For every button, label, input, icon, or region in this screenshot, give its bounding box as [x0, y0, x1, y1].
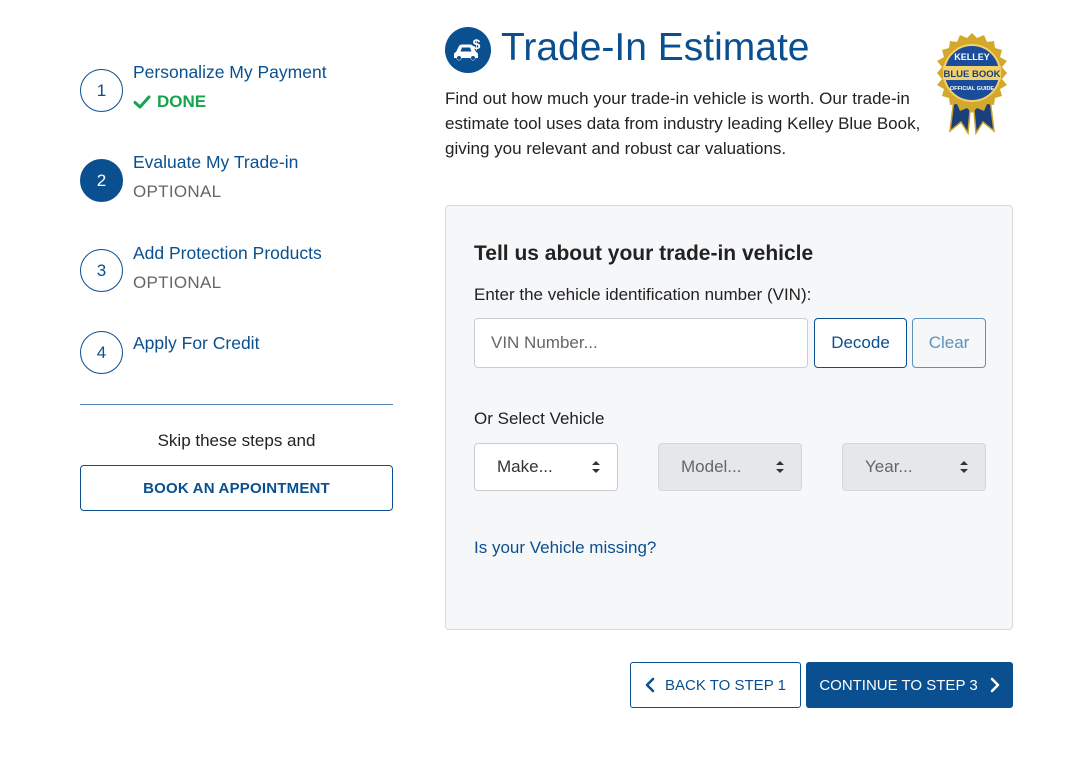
step-2[interactable]: 2 Evaluate My Trade-in OPTIONAL: [80, 152, 393, 212]
step-title[interactable]: Evaluate My Trade-in: [133, 152, 298, 173]
sort-updown-icon: [960, 461, 968, 473]
step-number-circle: 4: [80, 331, 123, 374]
next-button-label: CONTINUE TO STEP 3: [819, 676, 978, 694]
trade-in-card: Tell us about your trade-in vehicle Ente…: [445, 205, 1013, 630]
decode-button[interactable]: Decode: [814, 318, 907, 368]
back-button-label: BACK TO STEP 1: [665, 676, 786, 694]
step-status-label: OPTIONAL: [133, 182, 222, 201]
book-appointment-button[interactable]: BOOK AN APPOINTMENT: [80, 465, 393, 511]
chevron-right-icon: [990, 677, 999, 693]
model-select[interactable]: Model...: [658, 443, 802, 491]
back-to-step-1-button[interactable]: BACK TO STEP 1: [630, 662, 801, 708]
step-number-circle: 1: [80, 69, 123, 112]
step-title[interactable]: Personalize My Payment: [133, 62, 327, 83]
make-select-value: Make...: [497, 457, 553, 476]
page-title: Trade-In Estimate: [501, 26, 810, 69]
make-select[interactable]: Make...: [474, 443, 618, 491]
continue-to-step-3-button[interactable]: CONTINUE TO STEP 3: [806, 662, 1013, 708]
skip-steps-text: Skip these steps and: [157, 431, 316, 450]
year-select[interactable]: Year...: [842, 443, 986, 491]
vehicle-missing-link[interactable]: Is your Vehicle missing?: [474, 538, 656, 558]
badge-top-text: KELLEY: [954, 52, 990, 62]
clear-button[interactable]: Clear: [912, 318, 986, 368]
page-description: Find out how much your trade-in vehicle …: [445, 89, 921, 158]
step-number-circle: 3: [80, 249, 123, 292]
step-status-done: DONE: [133, 92, 206, 112]
card-title: Tell us about your trade-in vehicle: [474, 242, 814, 265]
step-1[interactable]: 1 Personalize My Payment DONE: [80, 62, 393, 122]
svg-text:$: $: [473, 36, 481, 52]
step-3[interactable]: 3 Add Protection Products OPTIONAL: [80, 243, 393, 303]
chevron-left-icon: [645, 677, 655, 693]
vin-label: Enter the vehicle identification number …: [474, 285, 812, 304]
sort-updown-icon: [776, 461, 784, 473]
model-select-value: Model...: [681, 457, 742, 476]
car-dollar-icon: $: [445, 27, 491, 73]
step-status-label: OPTIONAL: [133, 273, 222, 292]
step-title[interactable]: Add Protection Products: [133, 243, 322, 264]
step-4[interactable]: 4 Apply For Credit: [80, 331, 393, 393]
step-status-label: DONE: [157, 92, 207, 111]
checkmark-icon: [133, 95, 151, 109]
kelley-blue-book-badge: KELLEY BLUE BOOK OFFICIAL GUIDE: [930, 27, 1014, 136]
badge-middle-text: BLUE BOOK: [944, 69, 1001, 80]
badge-bottom-text: OFFICIAL GUIDE: [950, 86, 995, 92]
sidebar-divider: [80, 404, 393, 405]
sort-updown-icon: [592, 461, 600, 473]
step-number-circle: 2: [80, 159, 123, 202]
vin-input[interactable]: [474, 318, 808, 368]
year-select-value: Year...: [865, 457, 913, 476]
step-title[interactable]: Apply For Credit: [133, 333, 259, 354]
select-vehicle-label: Or Select Vehicle: [474, 409, 605, 428]
